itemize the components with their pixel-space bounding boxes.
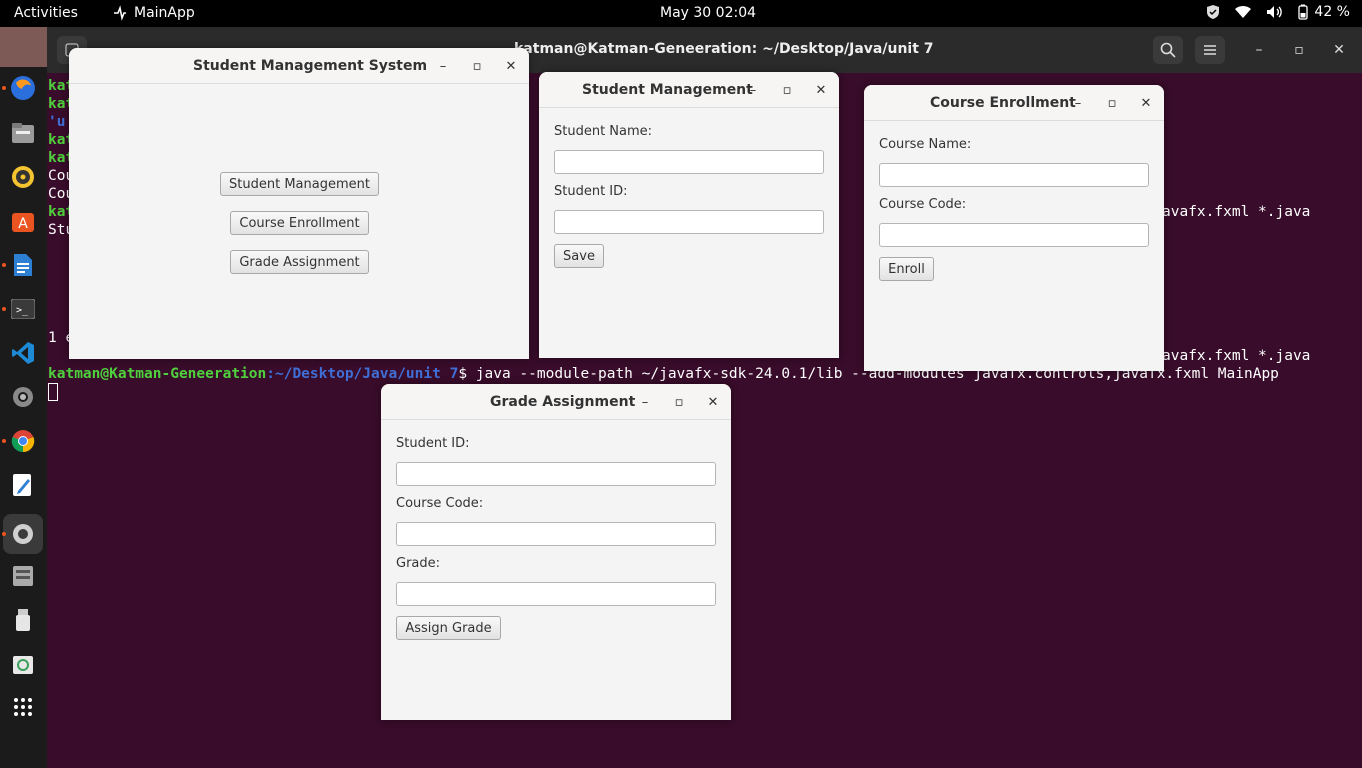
- save-button[interactable]: Save: [554, 244, 604, 268]
- rhythmbox-icon[interactable]: [8, 162, 38, 192]
- running-indicator: [2, 263, 6, 267]
- firefox-icon[interactable]: [8, 73, 38, 103]
- close-button[interactable]: ✕: [502, 57, 520, 75]
- window-header: Student Management – ▫ ✕: [539, 72, 839, 108]
- close-button[interactable]: ✕: [1137, 94, 1155, 112]
- enroll-button[interactable]: Enroll: [879, 257, 934, 281]
- course-code-field[interactable]: [396, 522, 716, 546]
- student-id-label: Student ID:: [554, 184, 628, 199]
- minimize-button[interactable]: –: [636, 393, 654, 411]
- system-tray[interactable]: 42 %: [1206, 4, 1350, 20]
- course-enrollment-window: Course Enrollment – ▫ ✕ Course Name: Cou…: [864, 85, 1164, 371]
- app-menu[interactable]: MainApp: [112, 5, 195, 21]
- course-code-label: Course Code:: [396, 496, 484, 511]
- window-header: Student Management System – ▫ ✕: [69, 48, 529, 84]
- close-button[interactable]: ✕: [704, 393, 722, 411]
- running-indicator: [2, 439, 6, 443]
- volume-icon: [1267, 6, 1283, 18]
- maximize-button[interactable]: ▫: [670, 393, 688, 411]
- prompt-user: katman@Katman-Geneeration: [48, 366, 267, 382]
- shield-icon: [1207, 5, 1220, 19]
- files-icon[interactable]: [8, 118, 38, 148]
- window-header: Course Enrollment – ▫ ✕: [864, 85, 1164, 121]
- student-id-field[interactable]: [396, 462, 716, 486]
- running-indicator: [2, 532, 6, 536]
- settings-active-icon[interactable]: [3, 514, 43, 554]
- course-enrollment-button[interactable]: Course Enrollment: [230, 211, 369, 235]
- grade-assignment-button[interactable]: Grade Assignment: [230, 250, 369, 274]
- grade-field[interactable]: [396, 582, 716, 606]
- course-name-label: Course Name:: [879, 137, 972, 152]
- vscode-icon[interactable]: [8, 338, 38, 368]
- grade-label: Grade:: [396, 556, 441, 571]
- settings-icon[interactable]: [8, 382, 38, 412]
- writer-icon[interactable]: [8, 250, 38, 280]
- terminal-fragment: avafx.fxml *.java: [1162, 348, 1311, 364]
- terminal-cursor: [48, 383, 58, 401]
- student-id-label: Student ID:: [396, 436, 470, 451]
- maximize-button[interactable]: ▫: [778, 81, 796, 99]
- course-name-field[interactable]: [879, 163, 1149, 187]
- search-button[interactable]: [1153, 36, 1183, 64]
- minimize-button[interactable]: –: [434, 57, 452, 75]
- student-management-window: Student Management – ▫ ✕ Student Name: S…: [539, 72, 839, 358]
- student-name-label: Student Name:: [554, 124, 653, 139]
- server-icon[interactable]: [8, 561, 38, 591]
- activities-button[interactable]: Activities: [14, 5, 78, 21]
- window-title: Student Management System: [193, 58, 428, 74]
- close-button[interactable]: ✕: [1324, 36, 1354, 64]
- text-editor-icon[interactable]: [8, 470, 38, 500]
- student-name-field[interactable]: [554, 150, 824, 174]
- close-button[interactable]: ✕: [812, 81, 830, 99]
- svg-text:>_: >_: [16, 305, 29, 316]
- maximize-button[interactable]: ▫: [1284, 36, 1314, 64]
- wifi-icon: [1235, 5, 1252, 18]
- minimize-button[interactable]: –: [1069, 94, 1087, 112]
- terminal-fragment: avafx.fxml *.java: [1162, 204, 1311, 220]
- prompt-path: :~/Desktop/Java/unit 7: [266, 366, 459, 382]
- student-management-button[interactable]: Student Management: [220, 172, 379, 196]
- software-icon[interactable]: A: [8, 206, 38, 236]
- app-icon: [114, 5, 126, 21]
- terminal-title: katman@Katman-Geneeration: ~/Desktop/Jav…: [514, 41, 934, 57]
- svg-text:A: A: [18, 216, 28, 232]
- chrome-icon[interactable]: [8, 426, 38, 456]
- course-code-label: Course Code:: [879, 197, 967, 212]
- dock: A >_: [0, 27, 47, 768]
- window-header: Grade Assignment – ▫ ✕: [381, 384, 731, 420]
- trash-icon[interactable]: [8, 649, 38, 679]
- grade-assignment-window: Grade Assignment – ▫ ✕ Student ID: Cours…: [381, 384, 731, 720]
- course-code-field[interactable]: [879, 223, 1149, 247]
- apps-grid-icon[interactable]: [8, 692, 38, 722]
- main-window: Student Management System – ▫ ✕ Student …: [69, 48, 529, 359]
- app-name: MainApp: [134, 5, 195, 21]
- terminal-icon[interactable]: >_: [8, 294, 38, 324]
- window-title: Grade Assignment: [490, 394, 636, 410]
- menu-button[interactable]: [1195, 36, 1225, 64]
- battery-icon: [1298, 4, 1309, 20]
- clock[interactable]: May 30 02:04: [660, 5, 756, 21]
- battery-percent: 42 %: [1314, 4, 1350, 20]
- usb-icon[interactable]: [8, 605, 38, 635]
- running-indicator: [2, 307, 6, 311]
- maximize-button[interactable]: ▫: [1103, 94, 1121, 112]
- minimize-button[interactable]: –: [744, 81, 762, 99]
- student-id-field[interactable]: [554, 210, 824, 234]
- running-indicator: [2, 86, 6, 90]
- assign-grade-button[interactable]: Assign Grade: [396, 616, 501, 640]
- minimize-button[interactable]: –: [1244, 36, 1274, 64]
- workspace-thumbnail[interactable]: [0, 27, 47, 67]
- maximize-button[interactable]: ▫: [468, 57, 486, 75]
- window-title: Course Enrollment: [930, 95, 1076, 111]
- top-bar: Activities MainApp May 30 02:04 42 %: [0, 0, 1362, 27]
- window-title: Student Management: [582, 82, 753, 98]
